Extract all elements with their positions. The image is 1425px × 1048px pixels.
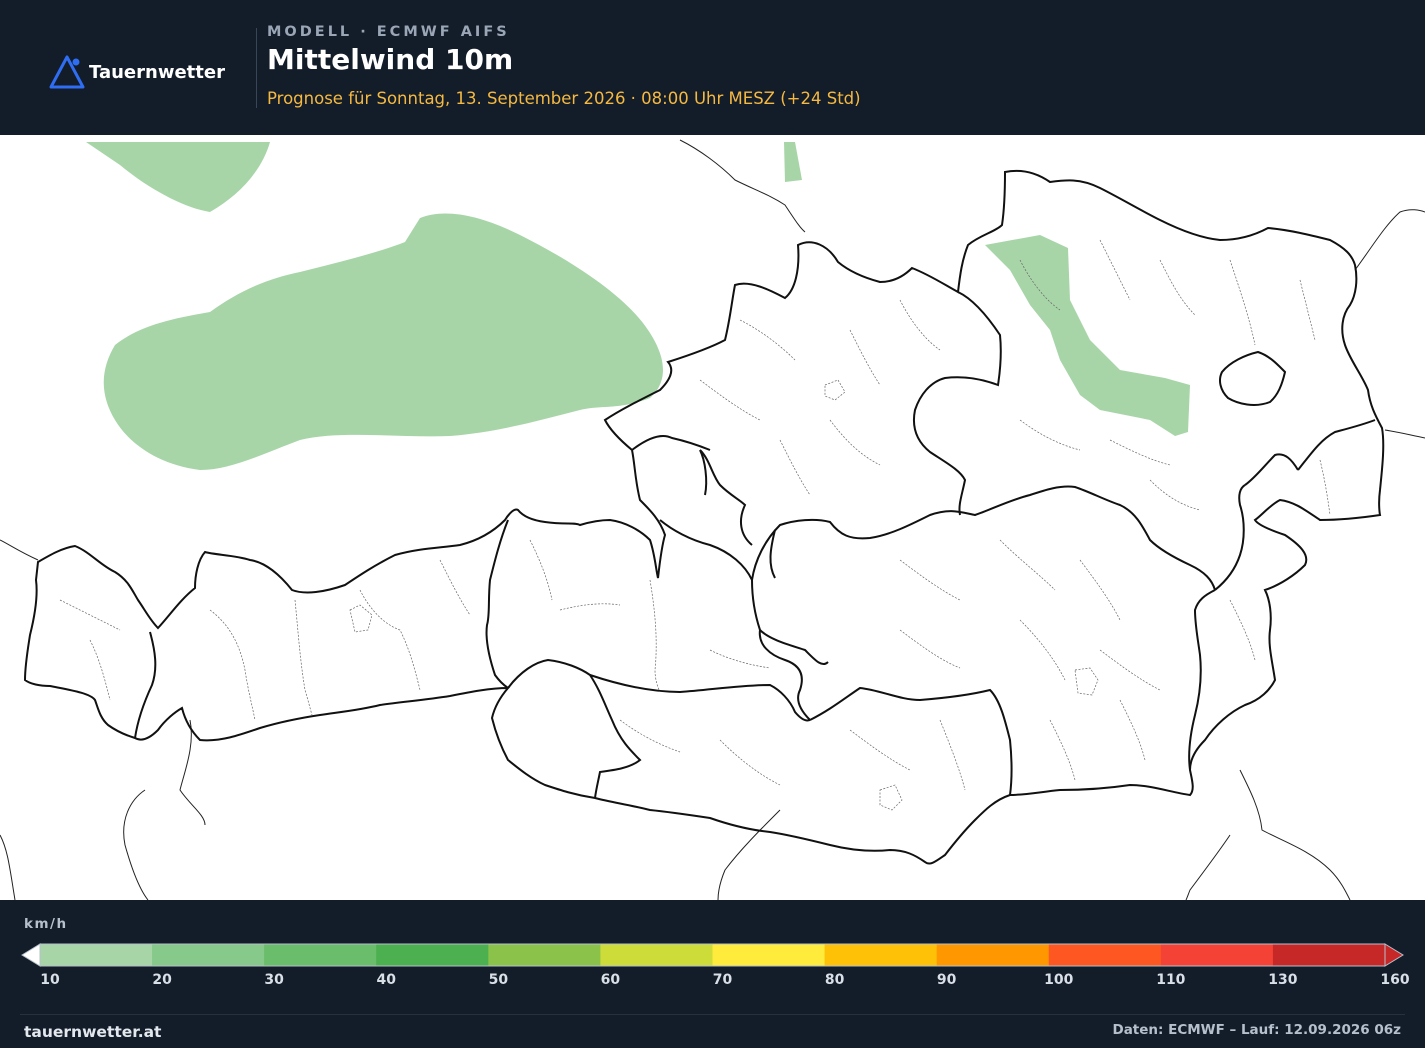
legend-bin <box>936 944 1050 966</box>
legend-bin <box>264 944 377 966</box>
mountain-triangle-icon <box>49 55 85 89</box>
legend-tick-label: 70 <box>712 972 733 988</box>
border-upper-austria-steiermark <box>751 485 1216 591</box>
data-credits: Daten: ECMWF – Lauf: 12.09.2026 06z <box>1112 1022 1401 1038</box>
legend-bin <box>488 944 601 966</box>
border-salzburg-upper-austria <box>659 519 829 666</box>
legend-bin <box>40 944 153 966</box>
legend-tick-label: 110 <box>1156 972 1186 988</box>
legend-tick-label: 10 <box>40 972 60 988</box>
model-label: MODELL · ECMWF AIFS <box>267 24 510 40</box>
border-tirol-osttirol <box>507 658 642 799</box>
legend-tick-label: 160 <box>1380 972 1410 988</box>
border-lower-austria-steiermark <box>1214 484 1246 591</box>
austria-outline <box>23 169 1385 865</box>
legend-tick-label: 50 <box>488 972 509 988</box>
legend-bin <box>376 944 489 966</box>
wind-area-lower-austria <box>985 235 1190 436</box>
border-vorarlberg-tirol <box>134 631 157 739</box>
border-salzburg-kaernten <box>589 674 811 722</box>
map-canvas <box>0 139 1425 900</box>
legend-tick-label: 130 <box>1268 972 1298 988</box>
header-bar: Tauernwetter MODELL · ECMWF AIFS Mittelw… <box>0 0 1425 135</box>
header-divider <box>256 28 257 108</box>
wind-map[interactable] <box>0 135 1425 900</box>
legend-bin <box>1048 944 1162 966</box>
legend-over-arrow <box>1384 943 1404 967</box>
footer-divider <box>20 1014 1405 1015</box>
wind-shading-layer <box>86 142 1190 471</box>
legend-under-arrow <box>21 943 41 967</box>
legend-unit: km/h <box>24 916 68 932</box>
legend-tick-label: 80 <box>824 972 845 988</box>
legend-bin <box>824 944 938 966</box>
legend-bins <box>39 943 1386 967</box>
site-link[interactable]: tauernwetter.at <box>24 1023 161 1041</box>
legend-tick-label: 100 <box>1044 972 1074 988</box>
border-upper-austria-salzburg-north <box>699 449 753 546</box>
border-tirol-salzburg <box>485 519 509 689</box>
border-burgenland-north <box>1297 419 1376 471</box>
legend-tick-label: 60 <box>600 972 621 988</box>
page-title: Mittelwind 10m <box>267 43 514 76</box>
legend-tick-label: 30 <box>264 972 284 988</box>
legend-bin <box>1272 944 1386 966</box>
brand-name: Tauernwetter <box>89 61 225 83</box>
austria-borders <box>23 169 1385 865</box>
forecast-time: Prognose für Sonntag, 13. September 2026… <box>267 89 861 108</box>
legend-tick-label: 90 <box>936 972 957 988</box>
color-scale <box>21 943 1404 967</box>
neighbour-borders <box>0 139 1425 900</box>
border-salzburg-upper-austria-west <box>631 434 711 451</box>
legend-panel: km/h 10 20 30 40 50 60 70 80 90 100 110 130 160 taue… <box>0 900 1425 1048</box>
wind-area-bavaria <box>103 213 663 471</box>
wind-area-north-strip <box>784 142 802 182</box>
legend-tick-label: 40 <box>376 972 396 988</box>
brand-logo[interactable]: Tauernwetter <box>48 54 225 90</box>
wind-area-northwest <box>86 142 270 212</box>
border-wien <box>1219 350 1287 406</box>
border-upper-austria-enclave <box>769 529 776 579</box>
border-kaernten-steiermark <box>809 686 1013 796</box>
legend-tick-label: 20 <box>152 972 172 988</box>
legend-bin <box>152 944 265 966</box>
border-steiermark-burgenland <box>1244 453 1299 486</box>
legend-bin <box>712 944 826 966</box>
legend-bin <box>1160 944 1274 966</box>
legend-bin <box>600 944 713 966</box>
border-upper-lower-austria <box>912 291 1002 516</box>
